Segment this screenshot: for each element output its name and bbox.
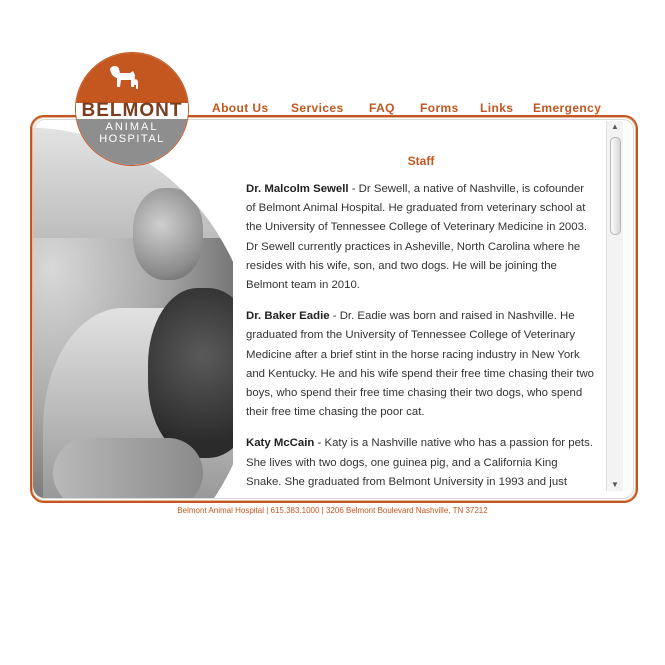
nav-forms[interactable]: Forms <box>420 101 459 115</box>
photo-mask <box>33 128 233 498</box>
logo-text-hospital: HOSPITAL <box>99 133 165 145</box>
dog-cat-icon <box>110 66 138 89</box>
nav-links[interactable]: Links <box>480 101 513 115</box>
belmont-logo[interactable]: BELMONT ANIMAL HOSPITAL <box>75 52 189 166</box>
nav-about-us[interactable]: About Us <box>212 101 269 115</box>
nav-emergency[interactable]: Emergency <box>533 101 601 115</box>
logo-text-belmont: BELMONT <box>81 100 183 121</box>
staff-entry: Katy McCain - Katy is a Nashville native… <box>246 434 596 490</box>
logo-text-animal: ANIMAL <box>105 121 159 133</box>
nav-services[interactable]: Services <box>291 101 344 115</box>
staff-bio: - Dr Sewell, a native of Nashville, is c… <box>246 183 588 292</box>
nav-faq[interactable]: FAQ <box>369 101 395 115</box>
scroll-up-arrow-icon[interactable]: ▲ <box>607 121 623 133</box>
staff-entry: Dr. Baker Eadie - Dr. Eadie was born and… <box>246 307 596 422</box>
staff-name: Dr. Baker Eadie <box>246 310 330 323</box>
page-heading: Staff <box>407 154 435 168</box>
scroll-down-arrow-icon[interactable]: ▼ <box>607 479 623 491</box>
staff-name: Dr. Malcolm Sewell <box>246 183 349 195</box>
content-scrollbar[interactable]: ▲ ▼ <box>606 121 623 491</box>
vet-photo <box>33 118 233 498</box>
staff-content: Staff Dr. Malcolm Sewell - Dr Sewell, a … <box>246 150 596 490</box>
footer-contact: Belmont Animal Hospital | 615.383.1000 |… <box>177 506 488 515</box>
staff-name: Katy McCain <box>246 437 315 450</box>
staff-bio: - Dr. Eadie was born and raised in Nashv… <box>246 310 595 419</box>
staff-entry: Dr. Malcolm Sewell - Dr Sewell, a native… <box>246 180 596 295</box>
scroll-thumb[interactable] <box>610 137 621 235</box>
